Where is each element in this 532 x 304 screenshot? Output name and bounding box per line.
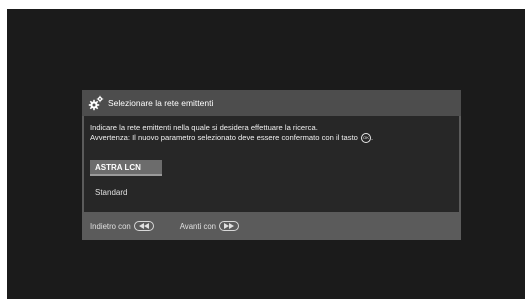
ok-key-icon: OK bbox=[361, 133, 372, 143]
network-selection-dialog: Selezionare la rete emittenti Indicare l… bbox=[82, 90, 461, 240]
dialog-body: Indicare la rete emittenti nella quale s… bbox=[84, 116, 459, 212]
option-astra-lcn[interactable]: ASTRA LCN bbox=[90, 160, 162, 176]
settings-gears-icon bbox=[88, 95, 104, 111]
dialog-footer: Indietro con Avanti con bbox=[82, 212, 461, 240]
instruction-text: Indicare la rete emittenti nella quale s… bbox=[90, 123, 450, 143]
warning-end: . bbox=[371, 133, 374, 142]
rewind-key-icon bbox=[133, 221, 154, 231]
option-label: ASTRA LCN bbox=[95, 162, 141, 172]
fast-forward-key-icon bbox=[219, 221, 240, 231]
instruction-line-1: Indicare la rete emittenti nella quale s… bbox=[90, 123, 318, 132]
forward-label: Avanti con bbox=[179, 221, 217, 231]
option-label: Standard bbox=[95, 187, 128, 197]
warning-text: Avvertenza: Il nuovo parametro seleziona… bbox=[90, 133, 358, 142]
dialog-title: Selezionare la rete emittenti bbox=[108, 98, 214, 108]
forward-button[interactable]: Avanti con bbox=[179, 221, 240, 231]
instruction-line-2: Avvertenza: Il nuovo parametro seleziona… bbox=[90, 133, 450, 143]
dialog-header: Selezionare la rete emittenti bbox=[82, 90, 461, 116]
option-standard[interactable]: Standard bbox=[90, 184, 162, 200]
tv-screen: Selezionare la rete emittenti Indicare l… bbox=[7, 9, 525, 299]
back-button[interactable]: Indietro con bbox=[90, 221, 154, 231]
back-label: Indietro con bbox=[90, 221, 131, 231]
